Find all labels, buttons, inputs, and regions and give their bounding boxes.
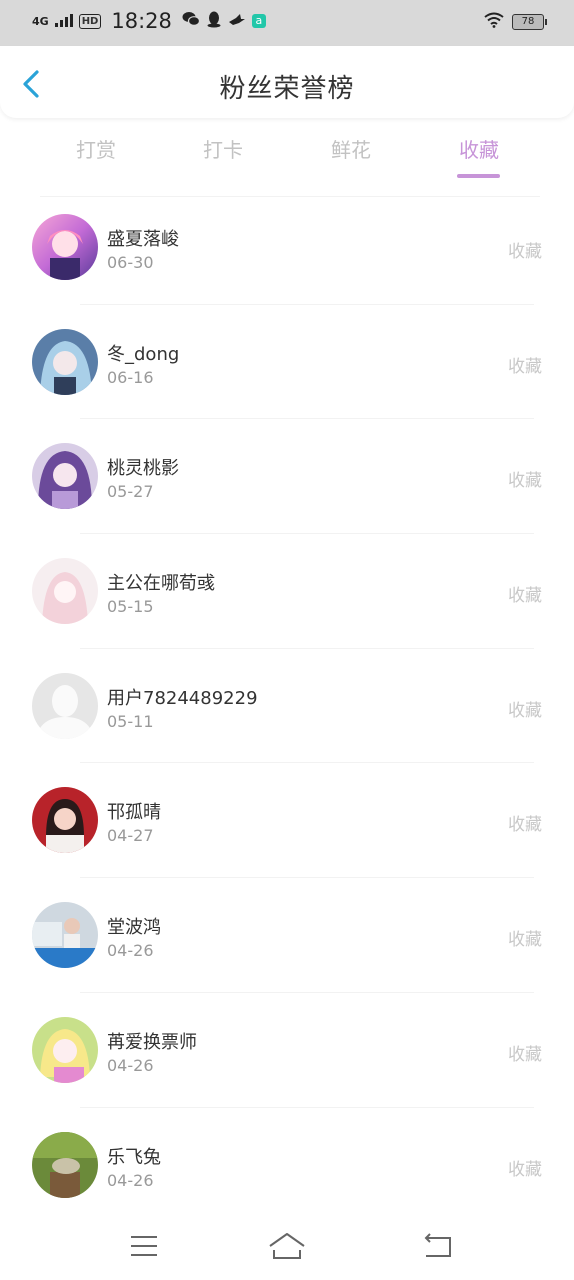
fan-date: 05-27 xyxy=(107,482,154,502)
tab-favorites[interactable]: 收藏 xyxy=(434,134,524,163)
list-item[interactable]: 乐飞兔 04-26 收藏 xyxy=(0,1108,574,1223)
list-item[interactable]: 邗孤晴 04-27 收藏 xyxy=(0,763,574,879)
list-item[interactable]: 盛夏落峻 06-30 收藏 xyxy=(0,190,574,305)
avatar[interactable] xyxy=(32,787,98,854)
avatar[interactable] xyxy=(32,214,98,280)
fan-date: 06-30 xyxy=(107,253,154,272)
action-label: 收藏 xyxy=(508,815,542,836)
action-label: 收藏 xyxy=(508,1159,542,1180)
fan-name: 盛夏落峻 xyxy=(107,229,179,250)
fan-name: 用户7824489229 xyxy=(107,687,258,709)
status-time: 18:28 xyxy=(111,9,172,33)
fan-date: 04-27 xyxy=(107,826,154,846)
fan-name: 堂波鸿 xyxy=(107,917,161,939)
menu-button[interactable] xyxy=(124,1228,164,1264)
home-icon xyxy=(269,1233,305,1259)
wechat-icon xyxy=(182,11,200,31)
fan-name: 邗孤晴 xyxy=(107,802,161,824)
fan-date: 04-26 xyxy=(107,1055,154,1075)
avatar[interactable] xyxy=(32,328,98,395)
fan-name: 桃灵桃影 xyxy=(107,458,179,480)
battery-indicator: 78 xyxy=(512,14,547,30)
tab-checkin[interactable]: 打卡 xyxy=(178,134,268,163)
avatar[interactable] xyxy=(32,902,98,969)
tab-flowers[interactable]: 鲜花 xyxy=(306,134,396,163)
signal-icon xyxy=(54,12,73,31)
action-label: 收藏 xyxy=(508,1044,542,1065)
avatar[interactable] xyxy=(32,672,98,739)
page-title: 粉丝荣誉榜 xyxy=(219,74,355,104)
action-label: 收藏 xyxy=(508,700,542,721)
avatar[interactable] xyxy=(32,1016,98,1083)
action-label: 收藏 xyxy=(508,471,542,492)
fan-name: 乐飞兔 xyxy=(107,1146,161,1168)
fan-name: 主公在哪荀彧 xyxy=(107,573,215,595)
list-item[interactable]: 用户7824489229 05-11 收藏 xyxy=(0,649,574,764)
fan-date: 06-16 xyxy=(107,367,154,387)
return-icon xyxy=(424,1233,451,1257)
bird-icon xyxy=(228,12,246,31)
fan-name: 冬_dong xyxy=(107,343,180,365)
back-nav-button[interactable] xyxy=(418,1228,458,1264)
wifi-icon xyxy=(484,12,504,32)
avatar[interactable] xyxy=(32,558,98,625)
hd-badge: HD xyxy=(78,13,102,29)
fan-date: 04-26 xyxy=(107,941,154,961)
header: 粉丝荣誉榜 xyxy=(0,46,574,118)
action-label: 收藏 xyxy=(508,930,542,951)
list-item[interactable]: 主公在哪荀彧 05-15 收藏 xyxy=(0,534,574,649)
tab-reward[interactable]: 打赏 xyxy=(51,134,141,163)
active-tab-indicator xyxy=(457,174,500,178)
avatar[interactable] xyxy=(32,443,98,510)
fan-date: 05-15 xyxy=(107,597,154,617)
avatar[interactable] xyxy=(32,1131,98,1198)
action-label: 收藏 xyxy=(508,242,542,262)
list-item[interactable]: 苒爱换票师 04-26 收藏 xyxy=(0,993,574,1108)
home-button[interactable] xyxy=(266,1228,308,1264)
status-bar: 4G HD 18:28 a 78 xyxy=(0,0,574,46)
action-label: 收藏 xyxy=(508,586,542,607)
network-label: 4G xyxy=(32,14,49,28)
app-badge-icon: a xyxy=(251,14,266,28)
fan-list: 盛夏落峻 06-30 收藏 冬_dong 06-16 收藏 桃灵桃影 05-27… xyxy=(0,190,574,1222)
list-item[interactable]: 冬_dong 06-16 收藏 xyxy=(0,305,574,420)
fan-date: 04-26 xyxy=(107,1170,154,1190)
menu-icon xyxy=(131,1236,157,1256)
action-label: 收藏 xyxy=(508,356,542,377)
list-item[interactable]: 堂波鸿 04-26 收藏 xyxy=(0,878,574,993)
system-nav-bar xyxy=(0,1212,574,1280)
qq-icon xyxy=(206,11,222,32)
fan-date: 05-11 xyxy=(107,711,154,731)
list-item[interactable]: 桃灵桃影 05-27 收藏 xyxy=(0,419,574,535)
fan-name: 苒爱换票师 xyxy=(107,1031,197,1053)
